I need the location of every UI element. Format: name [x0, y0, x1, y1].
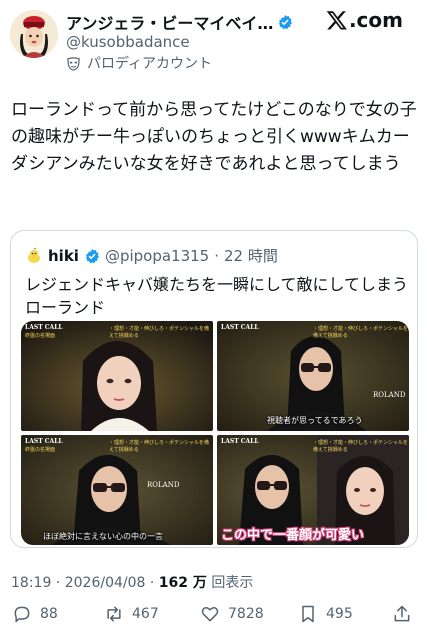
- reply-count: 88: [40, 606, 58, 622]
- heart-icon: [201, 607, 219, 622]
- view-count-label: 回表示: [211, 575, 254, 591]
- video-caption: 視聴者が思ってるであろう: [267, 416, 363, 425]
- x-logo-suffix: .com: [348, 8, 403, 32]
- repost-icon: [107, 606, 121, 622]
- video-caption: ほぼ絶対に言えない心の中の一言: [43, 532, 163, 541]
- top-banner: ・理想・才能・伸びしろ・ポテンシャルを備えて挑戦める: [109, 440, 210, 453]
- name-plate: ROLAND: [373, 391, 406, 399]
- author-name-row[interactable]: アンジェラ・ビーマイベイ…: [66, 10, 293, 34]
- bookmark-count: 495: [326, 606, 353, 622]
- meta-separator: ·: [55, 575, 65, 591]
- avatar[interactable]: [10, 10, 58, 58]
- media-image-3[interactable]: LAST CALL 終盤の名場面 ・理想・才能・伸びしろ・ポテンシャルを備えて挑…: [21, 435, 213, 545]
- quoted-tweet-header: hiki @pipopa1315 · 22 時間: [25, 245, 278, 266]
- share-button[interactable]: [392, 604, 412, 624]
- verified-badge-icon: [279, 15, 293, 30]
- show-logo: LAST CALL: [221, 324, 259, 331]
- video-caption: この中で一番顔が可愛い: [221, 528, 365, 543]
- tweet-date[interactable]: 2026/04/08: [65, 575, 146, 591]
- media-grid: LAST CALL 終盤の名場面 ・理想・才能・伸びしろ・ポテンシャルを備えて挑…: [21, 321, 409, 545]
- view-count: 162 万: [158, 575, 207, 591]
- x-logo: .com: [326, 8, 403, 32]
- top-banner: ・理想・才能・伸びしろ・ポテンシャルを備えて挑戦める: [313, 440, 409, 453]
- tweet-header: アンジェラ・ビーマイベイ… @kusobbadance パロディアカウント .c…: [0, 0, 427, 80]
- parody-label-row: パロディアカウント: [66, 53, 212, 73]
- author-display-name[interactable]: アンジェラ・ビーマイベイ…: [66, 10, 273, 34]
- bookmark-icon: [302, 605, 314, 623]
- meta-separator: ·: [214, 246, 219, 265]
- media-image-1[interactable]: LAST CALL 終盤の名場面 ・理想・才能・伸びしろ・ポテンシャルを備えて挑…: [21, 321, 213, 431]
- tweet-text: ローランドって前から思ってたけどこのなりで女の子の趣味がチー牛っぽいのちょっと引…: [11, 100, 417, 174]
- top-banner: ・理想・才能・伸びしろ・ポテンシャルを備えて挑戦める: [109, 326, 210, 339]
- show-subtitle: 終盤の名場面: [25, 333, 56, 339]
- tweet-meta: 18:19 · 2026/04/08 · 162 万 回表示: [11, 572, 253, 592]
- meta-separator: ·: [149, 575, 159, 591]
- avatar-image: [10, 10, 58, 58]
- share-icon: [394, 605, 410, 622]
- top-banner: ・理想・才能・伸びしろ・ポテンシャルを備えて挑戦める: [313, 326, 409, 339]
- tweet-time[interactable]: 18:19: [11, 575, 51, 591]
- show-logo: LAST CALL: [221, 438, 259, 445]
- media-image-4[interactable]: LAST CALL ・理想・才能・伸びしろ・ポテンシャルを備えて挑戦める この中…: [217, 435, 409, 545]
- like-button[interactable]: 7828: [200, 604, 264, 624]
- reply-button[interactable]: 88: [12, 604, 58, 624]
- tweet-actions: 88 467 7828 495: [0, 604, 427, 634]
- like-count: 7828: [228, 606, 264, 622]
- quoted-timestamp[interactable]: 22 時間: [224, 245, 278, 266]
- quoted-author-name[interactable]: hiki: [48, 247, 79, 265]
- repost-count: 467: [132, 606, 159, 622]
- x-logo-icon: [326, 11, 347, 30]
- mask-icon: [67, 56, 80, 71]
- show-logo: LAST CALL: [25, 438, 63, 445]
- quoted-avatar[interactable]: [25, 246, 43, 265]
- parody-label: パロディアカウント: [87, 56, 213, 72]
- author-handle[interactable]: @kusobbadance: [66, 33, 190, 51]
- media-image-2[interactable]: LAST CALL ・理想・才能・伸びしろ・ポテンシャルを備えて挑戦める ROL…: [217, 321, 409, 431]
- repost-button[interactable]: 467: [104, 604, 159, 624]
- bookmark-button[interactable]: 495: [298, 604, 353, 624]
- quoted-tweet[interactable]: hiki @pipopa1315 · 22 時間 レジェンドキャバ嬢たちを一瞬に…: [10, 230, 418, 548]
- show-logo: LAST CALL: [25, 324, 63, 331]
- reply-icon: [14, 606, 30, 623]
- show-subtitle: 終盤の名場面: [25, 447, 56, 453]
- quoted-verified-badge-icon: [85, 248, 99, 263]
- quoted-author-handle[interactable]: @pipopa1315: [105, 247, 209, 265]
- quoted-tweet-text: レジェンドキャバ嬢たちを一瞬にして敵にしてしまうローランド: [25, 275, 409, 317]
- name-plate: ROLAND: [147, 481, 180, 489]
